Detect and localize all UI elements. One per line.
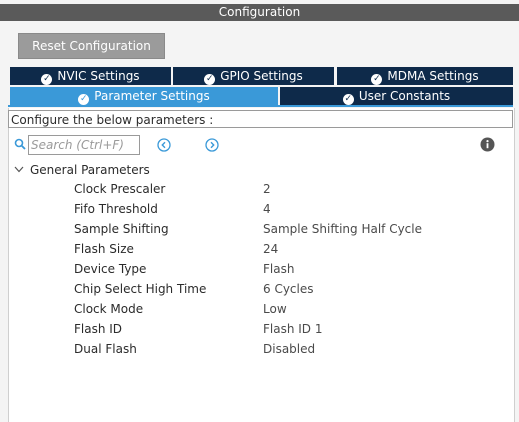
tab-label: Parameter Settings xyxy=(94,89,210,103)
param-row[interactable]: Flash Size 24 xyxy=(0,239,519,259)
tab-nvic-settings[interactable]: ✓ NVIC Settings xyxy=(10,67,171,85)
check-circle-icon: ✓ xyxy=(204,74,216,85)
param-value[interactable]: 2 xyxy=(263,179,271,199)
tab-mdma-settings[interactable]: ✓ MDMA Settings xyxy=(337,67,513,85)
param-value[interactable]: 6 Cycles xyxy=(263,279,314,299)
param-name: Clock Prescaler xyxy=(74,182,166,196)
reset-configuration-button[interactable]: Reset Configuration xyxy=(18,33,165,59)
search-icon xyxy=(14,138,26,153)
info-icon[interactable] xyxy=(480,137,495,155)
check-circle-icon: ✓ xyxy=(342,94,354,105)
check-circle-icon: ✓ xyxy=(41,74,53,85)
param-row[interactable]: Fifo Threshold 4 xyxy=(0,199,519,219)
param-name: Fifo Threshold xyxy=(74,202,158,216)
group-label: General Parameters xyxy=(30,163,150,177)
param-value[interactable]: 4 xyxy=(263,199,271,219)
param-row[interactable]: Device Type Flash xyxy=(0,259,519,279)
param-row[interactable]: Chip Select High Time 6 Cycles xyxy=(0,279,519,299)
tab-label: NVIC Settings xyxy=(57,69,140,83)
tab-label: User Constants xyxy=(358,89,451,103)
param-value[interactable]: Disabled xyxy=(263,339,315,359)
check-circle-icon: ✓ xyxy=(78,94,90,105)
tab-user-constants[interactable]: ✓ User Constants xyxy=(280,87,513,105)
group-general-parameters[interactable]: General Parameters xyxy=(14,161,150,177)
tab-parameter-settings[interactable]: ✓ Parameter Settings xyxy=(10,87,278,105)
param-name: Device Type xyxy=(74,262,147,276)
param-row[interactable]: Clock Mode Low xyxy=(0,299,519,319)
tab-label: GPIO Settings xyxy=(220,69,303,83)
tab-label: MDMA Settings xyxy=(387,69,479,83)
tab-underline xyxy=(8,105,513,107)
param-name: Dual Flash xyxy=(74,342,137,356)
param-value[interactable]: Low xyxy=(263,299,287,319)
search-input[interactable]: Search (Ctrl+F) xyxy=(28,135,140,155)
param-row[interactable]: Clock Prescaler 2 xyxy=(0,179,519,199)
param-name: Sample Shifting xyxy=(74,222,169,236)
arrow-right-circle-icon[interactable] xyxy=(205,138,219,155)
param-value[interactable]: Flash ID 1 xyxy=(263,319,323,339)
param-row[interactable]: Sample Shifting Sample Shifting Half Cyc… xyxy=(0,219,519,239)
param-row[interactable]: Dual Flash Disabled xyxy=(0,339,519,359)
param-name: Clock Mode xyxy=(74,302,144,316)
chevron-down-icon xyxy=(14,161,24,177)
param-name: Flash ID xyxy=(74,322,123,336)
arrow-left-circle-icon[interactable] xyxy=(157,138,171,155)
description-text: Configure the below parameters : xyxy=(8,110,513,128)
param-value[interactable]: 24 xyxy=(263,239,278,259)
param-name: Flash Size xyxy=(74,242,134,256)
param-row[interactable]: Flash ID Flash ID 1 xyxy=(0,319,519,339)
param-value[interactable]: Sample Shifting Half Cycle xyxy=(263,219,422,239)
tab-gpio-settings[interactable]: ✓ GPIO Settings xyxy=(173,67,334,85)
window-title: Configuration xyxy=(0,4,519,21)
check-circle-icon: ✓ xyxy=(371,74,383,85)
param-name: Chip Select High Time xyxy=(74,282,207,296)
param-value[interactable]: Flash xyxy=(263,259,294,279)
